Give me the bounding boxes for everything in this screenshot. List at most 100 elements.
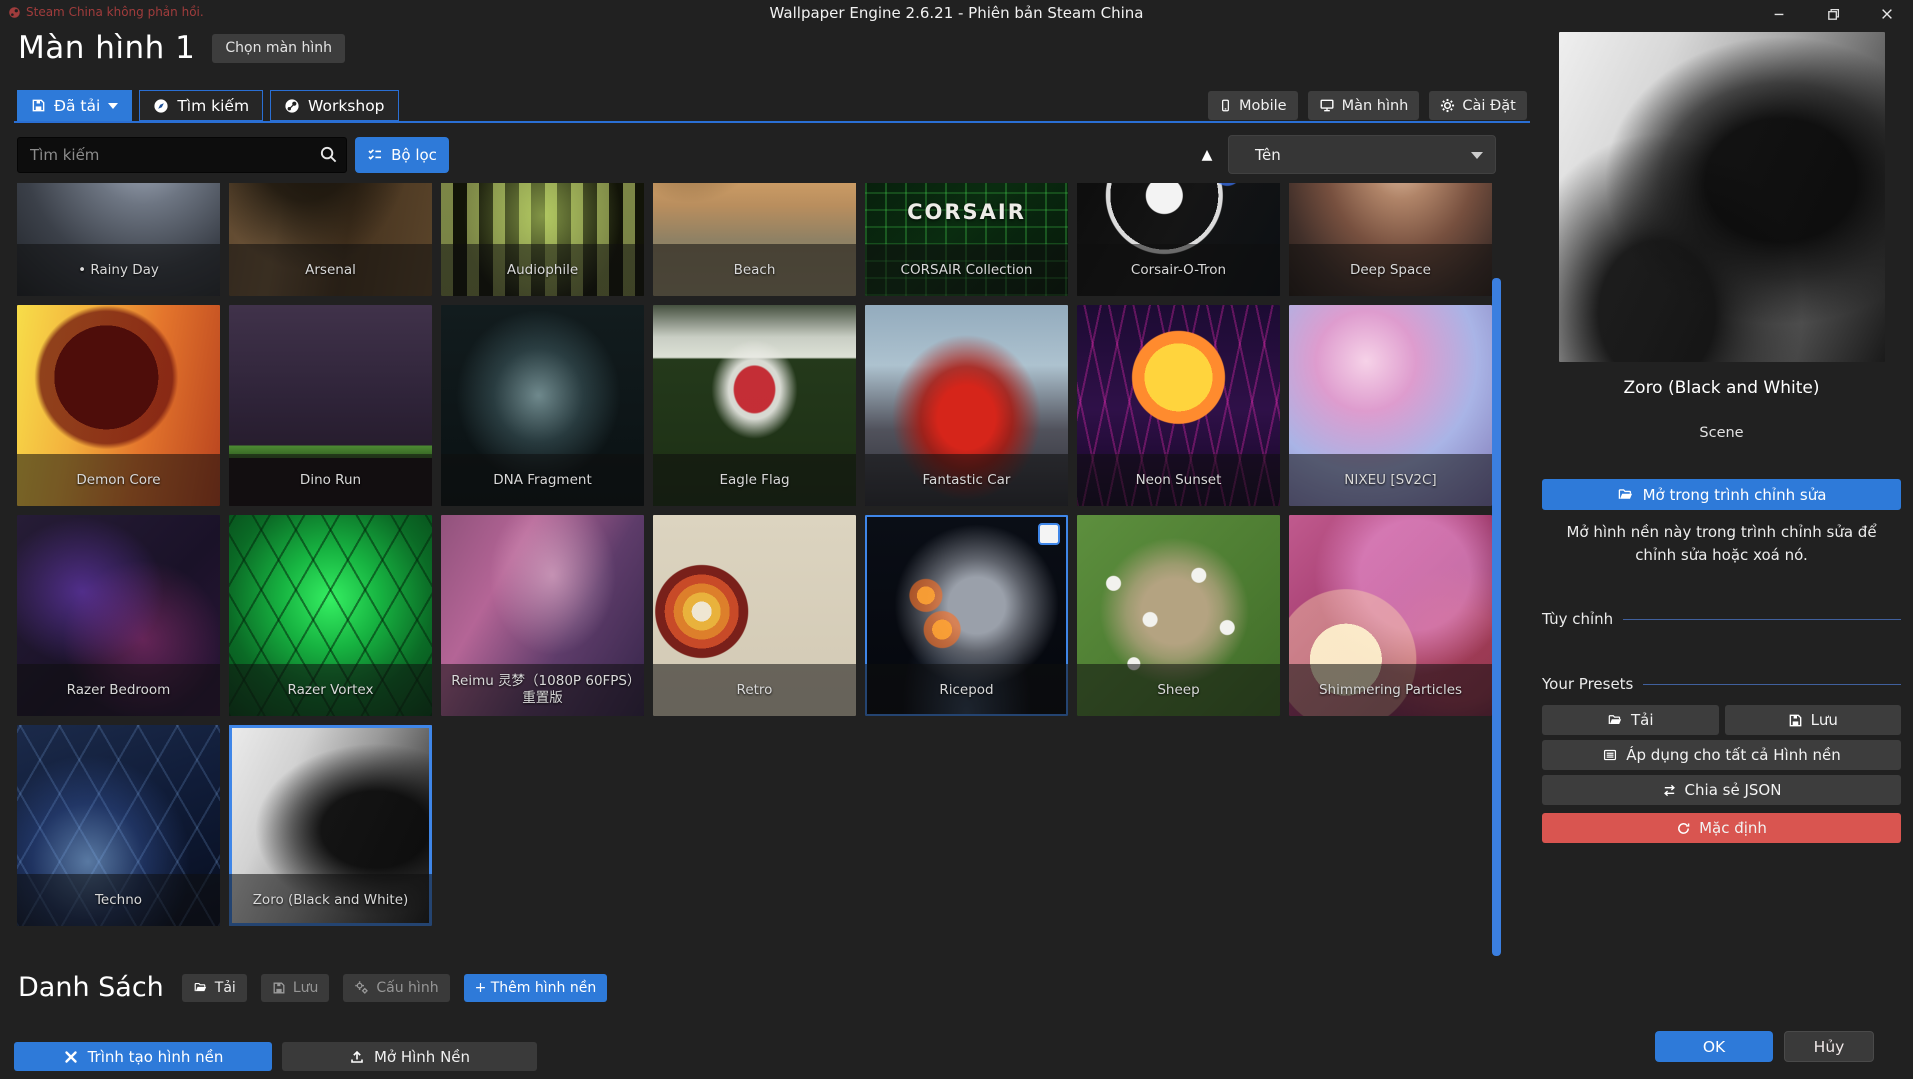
share-json-button[interactable]: Chia sẻ JSON xyxy=(1542,775,1901,805)
tools-icon xyxy=(63,1049,79,1065)
apply-all-button[interactable]: Áp dụng cho tất cả Hình nền xyxy=(1542,740,1901,770)
sort-dropdown[interactable]: Tên xyxy=(1228,135,1496,174)
wallpaper-name: Arsenal xyxy=(229,244,432,296)
window-title: Wallpaper Engine 2.6.21 - Phiên bản Stea… xyxy=(0,4,1913,22)
wallpaper-tile[interactable]: Razer Vortex xyxy=(229,515,432,716)
wallpaper-tile[interactable]: Deep Space xyxy=(1289,183,1492,296)
close-button[interactable] xyxy=(1873,2,1901,26)
playlist-title: Danh Sách xyxy=(18,972,164,1003)
restore-button[interactable] xyxy=(1819,2,1847,26)
wallpaper-tile[interactable]: CORSAIR CORSAIR Collection xyxy=(865,183,1068,296)
wallpaper-tile[interactable]: Corsair-O-Tron xyxy=(1077,183,1280,296)
minimize-icon xyxy=(1772,7,1786,21)
wallpaper-name: Sheep xyxy=(1077,664,1280,716)
wallpaper-tile[interactable]: Razer Bedroom xyxy=(17,515,220,716)
playlist-load-button[interactable]: Tải xyxy=(182,974,247,1002)
open-in-editor-button[interactable]: Mở trong trình chỉnh sửa xyxy=(1542,479,1901,510)
wallpaper-name: Ricepod xyxy=(865,664,1068,716)
wallpaper-name: Neon Sunset xyxy=(1077,454,1280,506)
search-input[interactable] xyxy=(17,137,347,173)
tab-workshop-label: Workshop xyxy=(308,97,384,115)
reset-default-button[interactable]: Mặc định xyxy=(1542,813,1901,843)
wallpaper-name: Razer Vortex xyxy=(229,664,432,716)
close-icon xyxy=(1880,7,1894,21)
tile-checkbox[interactable] xyxy=(1038,523,1060,545)
wallpaper-name: DNA Fragment xyxy=(441,454,644,506)
wallpaper-name: Demon Core xyxy=(17,454,220,506)
wallpaper-type: Scene xyxy=(1530,425,1913,441)
filter-button-label: Bộ lọc xyxy=(391,146,437,164)
wallpaper-name: Razer Bedroom xyxy=(17,664,220,716)
save-icon xyxy=(1788,713,1803,728)
tab-installed[interactable]: Đã tải xyxy=(17,90,132,121)
preset-load-button[interactable]: Tải xyxy=(1542,705,1719,735)
wallpaper-tile[interactable]: Zoro (Black and White) xyxy=(229,725,432,926)
wallpaper-title: Zoro (Black and White) xyxy=(1530,378,1913,398)
wallpaper-tile[interactable]: Techno xyxy=(17,725,220,926)
wallpaper-tile[interactable]: Demon Core xyxy=(17,305,220,506)
filter-button[interactable]: Bộ lọc xyxy=(355,137,449,173)
restore-icon xyxy=(1826,7,1841,22)
sort-direction-button[interactable]: ▲ xyxy=(1194,142,1220,168)
wallpaper-tile[interactable]: • Rainy Day xyxy=(17,183,220,296)
footer-actions: Trình tạo hình nền Mở Hình Nền xyxy=(14,1042,537,1071)
wallpaper-tile[interactable]: Retro xyxy=(653,515,856,716)
wallpaper-tile[interactable]: NIXEU [SV2C] xyxy=(1289,305,1492,506)
cancel-button[interactable]: Hủy xyxy=(1784,1031,1874,1062)
wallpaper-tile[interactable]: Sheep xyxy=(1077,515,1280,716)
minimize-button[interactable] xyxy=(1765,2,1793,26)
playlist-configure-button[interactable]: Cấu hình xyxy=(343,974,449,1002)
wallpaper-overlay-text: CORSAIR xyxy=(865,200,1068,224)
wallpaper-name: Deep Space xyxy=(1289,244,1492,296)
wallpaper-name: Techno xyxy=(17,874,220,926)
sort-value: Tên xyxy=(1255,146,1281,164)
preset-save-button[interactable]: Lưu xyxy=(1725,705,1902,735)
add-wallpaper-button[interactable]: + Thêm hình nền xyxy=(464,974,608,1002)
wallpaper-tile[interactable]: Reimu 灵梦（1080P 60FPS）重置版 xyxy=(441,515,644,716)
apply-all-label: Áp dụng cho tất cả Hình nền xyxy=(1626,746,1840,764)
wallpaper-tile[interactable]: Dino Run xyxy=(229,305,432,506)
wallpaper-name: Shimmering Particles xyxy=(1289,664,1492,716)
refresh-icon xyxy=(1676,821,1691,836)
wallpaper-tile[interactable]: Ricepod xyxy=(865,515,1068,716)
wallpaper-tile[interactable]: Fantastic Car xyxy=(865,305,1068,506)
titlebar: Steam China không phản hồi. Wallpaper En… xyxy=(0,0,1913,28)
choose-screen-button[interactable]: Chọn màn hình xyxy=(212,34,345,63)
detail-panel: Zoro (Black and White) Scene Mở trong tr… xyxy=(1530,28,1913,1079)
wallpaper-tile[interactable]: Neon Sunset xyxy=(1077,305,1280,506)
wallpaper-name: Eagle Flag xyxy=(653,454,856,506)
open-wallpaper-button[interactable]: Mở Hình Nền xyxy=(282,1042,537,1071)
preset-save-label: Lưu xyxy=(1811,711,1838,729)
custom-section-header: Tùy chỉnh xyxy=(1542,610,1901,628)
wallpaper-name: NIXEU [SV2C] xyxy=(1289,454,1492,506)
open-wallpaper-label: Mở Hình Nền xyxy=(374,1048,470,1066)
wallpaper-tile[interactable]: Eagle Flag xyxy=(653,305,856,506)
ok-button[interactable]: OK xyxy=(1655,1031,1773,1062)
reset-default-label: Mặc định xyxy=(1699,819,1767,837)
share-json-label: Chia sẻ JSON xyxy=(1685,781,1782,799)
wallpaper-tile[interactable]: Arsenal xyxy=(229,183,432,296)
wallpaper-creator-button[interactable]: Trình tạo hình nền xyxy=(14,1042,272,1071)
wallpaper-tile[interactable]: DNA Fragment xyxy=(441,305,644,506)
tab-search[interactable]: Tìm kiếm xyxy=(139,90,263,121)
tab-underline xyxy=(14,121,1530,123)
wallpaper-tile[interactable]: Shimmering Particles xyxy=(1289,515,1492,716)
window-controls xyxy=(1765,2,1901,26)
search-icon xyxy=(319,145,338,164)
gears-icon xyxy=(354,980,369,995)
screen-button[interactable]: Màn hình xyxy=(1308,91,1420,120)
grid-scrollbar-thumb[interactable] xyxy=(1492,278,1501,956)
presets-section-label: Your Presets xyxy=(1542,675,1633,693)
tab-workshop[interactable]: Workshop xyxy=(270,90,398,121)
wallpaper-name: Beach xyxy=(653,244,856,296)
wallpaper-name: Retro xyxy=(653,664,856,716)
playlist-save-button[interactable]: Lưu xyxy=(261,974,330,1002)
display-buttons: Mobile Màn hình Cài Đặt xyxy=(1208,91,1527,120)
mobile-button[interactable]: Mobile xyxy=(1208,91,1298,120)
tab-installed-label: Đã tải xyxy=(54,97,100,115)
playlist-load-label: Tải xyxy=(215,980,236,996)
settings-button[interactable]: Cài Đặt xyxy=(1429,91,1526,120)
playlist-save-label: Lưu xyxy=(293,980,319,996)
wallpaper-tile[interactable]: Beach xyxy=(653,183,856,296)
wallpaper-tile[interactable]: Audiophile xyxy=(441,183,644,296)
